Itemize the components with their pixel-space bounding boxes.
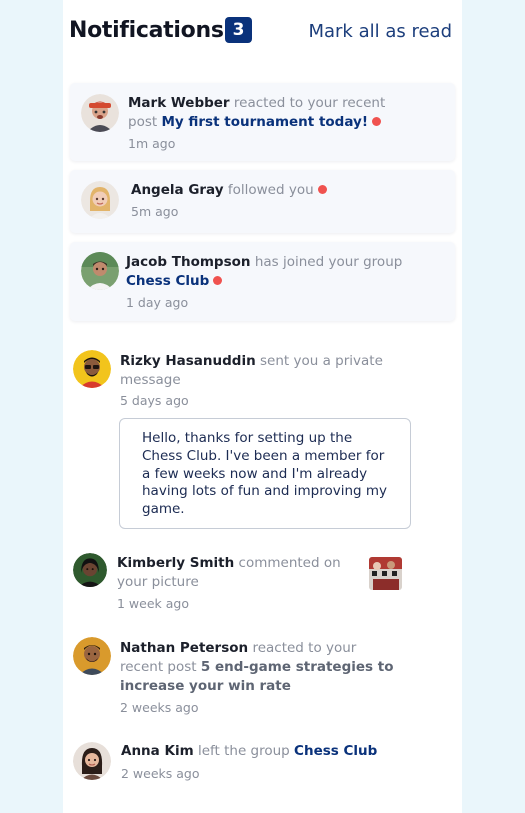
user-name[interactable]: Rizky Hasanuddin — [120, 353, 256, 369]
notification-action: followed you — [227, 182, 314, 198]
user-name[interactable]: Anna Kim — [121, 743, 194, 759]
avatar[interactable] — [73, 553, 107, 587]
unread-count-badge: 3 — [225, 17, 252, 43]
user-name[interactable]: Kimberly Smith — [117, 555, 234, 571]
notification-action: left the group — [197, 743, 290, 759]
timestamp: 2 weeks ago — [120, 700, 199, 715]
notification-item[interactable]: Mark Webber reacted to your recent post … — [70, 83, 455, 161]
mark-all-as-read-button[interactable]: Mark all as read — [308, 21, 452, 42]
timestamp: 1 day ago — [126, 295, 189, 310]
timestamp: 2 weeks ago — [121, 766, 200, 781]
avatar[interactable] — [81, 181, 119, 219]
avatar[interactable] — [73, 742, 111, 780]
user-name[interactable]: Jacob Thompson — [126, 254, 251, 270]
avatar[interactable] — [73, 350, 111, 388]
private-message[interactable]: Hello, thanks for setting up the Chess C… — [119, 418, 411, 529]
timestamp: 1 week ago — [117, 596, 189, 611]
header: Notifications 3 Mark all as read — [63, 14, 462, 50]
notification-text: Anna Kim left the group Chess Club — [121, 742, 411, 761]
user-name[interactable]: Nathan Peterson — [120, 640, 248, 656]
post-link[interactable]: My first tournament today! — [161, 114, 368, 130]
page-title: Notifications — [69, 18, 224, 43]
timestamp: 1m ago — [128, 136, 176, 151]
notification-item[interactable]: Jacob Thompson has joined your group Che… — [70, 242, 455, 321]
group-link[interactable]: Chess Club — [126, 273, 209, 289]
avatar[interactable] — [81, 94, 119, 132]
avatar[interactable] — [73, 637, 111, 675]
notification-item[interactable]: Angela Gray followed you 5m ago — [70, 170, 455, 233]
user-name[interactable]: Mark Webber — [128, 95, 230, 111]
notification-text: Kimberly Smith commented on your picture — [117, 554, 347, 592]
commented-picture-thumbnail[interactable] — [369, 557, 402, 590]
user-name[interactable]: Angela Gray — [131, 182, 224, 198]
unread-dot — [317, 185, 327, 194]
notification-text: Rizky Hasanuddin sent you a private mess… — [120, 352, 390, 390]
avatar[interactable] — [81, 252, 119, 290]
group-link[interactable]: Chess Club — [294, 743, 377, 759]
notification-text: Nathan Peterson reacted to your recent p… — [120, 639, 395, 696]
timestamp: 5m ago — [131, 204, 179, 219]
notification-action: has joined your group — [254, 254, 403, 270]
notification-text: Angela Gray followed you — [131, 181, 431, 200]
timestamp: 5 days ago — [120, 393, 189, 408]
unread-dot — [372, 117, 381, 126]
unread-dot — [213, 276, 223, 285]
notification-text: Mark Webber reacted to your recent post … — [128, 94, 390, 132]
notifications-panel: Notifications 3 Mark all as read Mark We… — [63, 0, 462, 813]
notification-text: Jacob Thompson has joined your group Che… — [126, 253, 416, 291]
